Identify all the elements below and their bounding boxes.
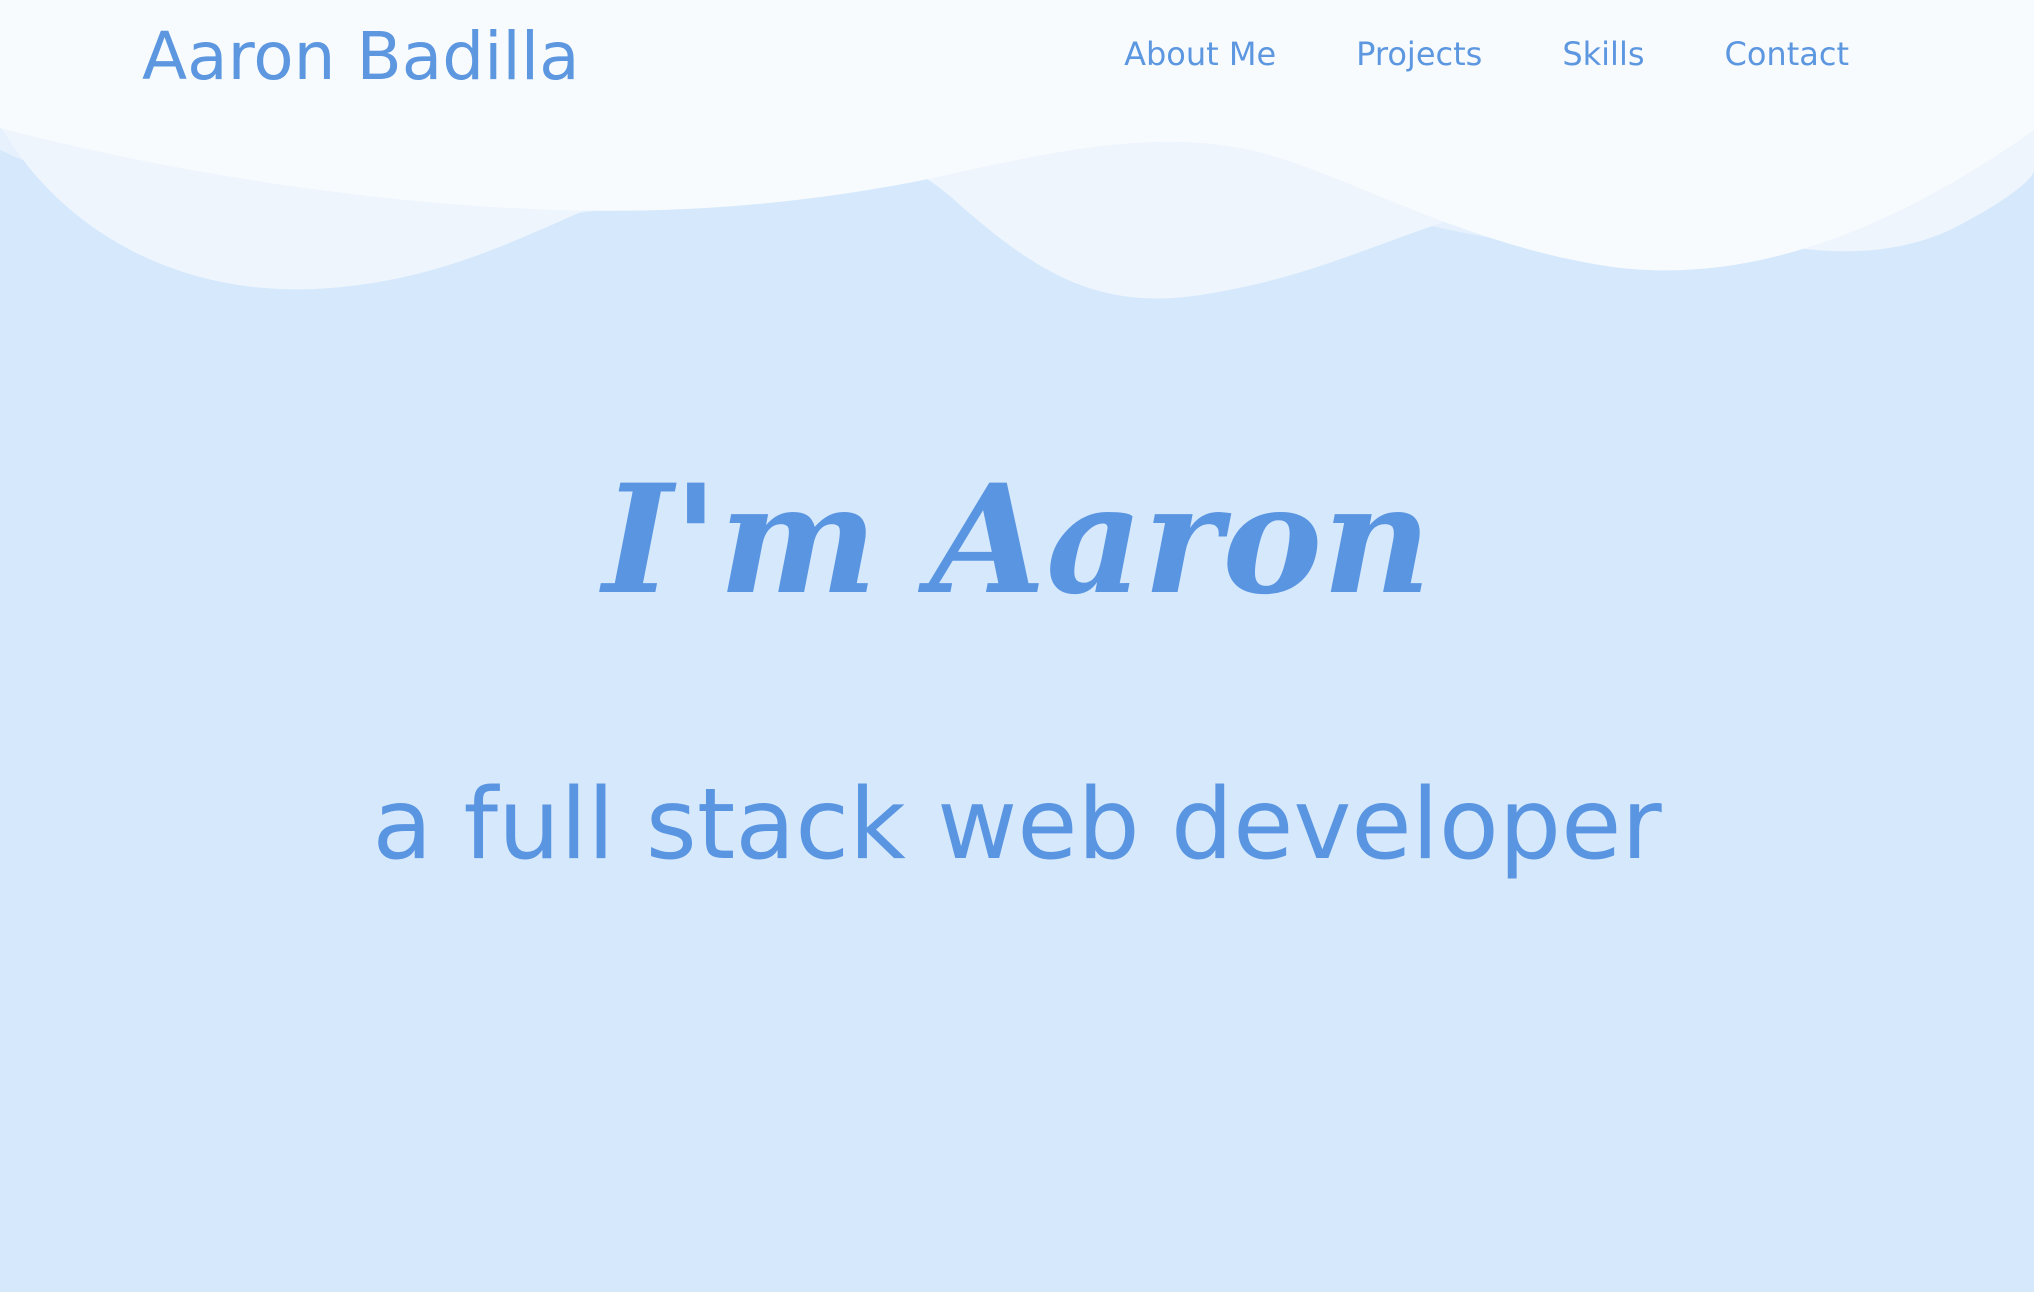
nav-link-about[interactable]: About Me (1124, 30, 1276, 78)
nav-link-projects[interactable]: Projects (1356, 30, 1482, 78)
brand-logo-link[interactable]: Aaron Badilla (142, 14, 580, 100)
hero-subtitle: a full stack web developer (372, 768, 1662, 882)
hero-title: I'm Aaron (602, 452, 1432, 628)
main-navigation: About Me Projects Skills Contact (1124, 30, 1849, 78)
page: Aaron Badilla About Me Projects Skills C… (0, 0, 2034, 1292)
nav-link-skills[interactable]: Skills (1562, 30, 1644, 78)
nav-link-contact[interactable]: Contact (1725, 30, 1850, 78)
